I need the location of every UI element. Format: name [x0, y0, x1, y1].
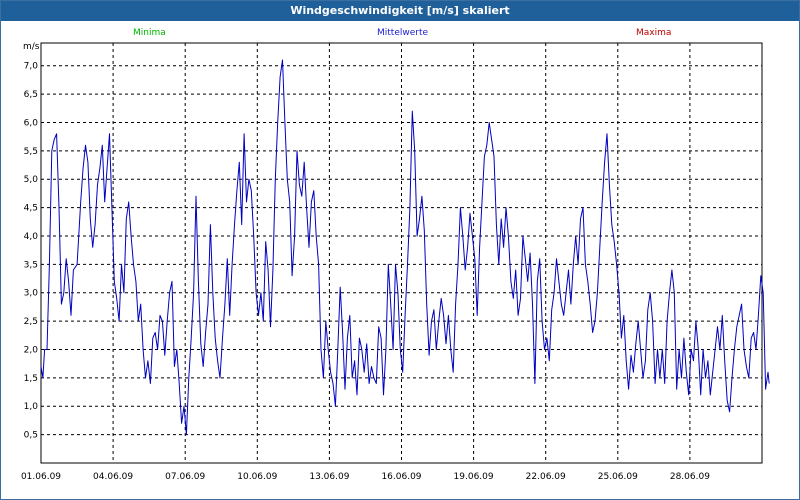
- x-tick-label: 04.06.09: [93, 472, 133, 482]
- legend-mittelwerte: Mittelwerte: [377, 28, 428, 38]
- x-tick-label: 10.06.09: [237, 472, 277, 482]
- x-tick-label: 25.06.09: [598, 472, 638, 482]
- x-axis-ticks: 01.06.09 04.06.09 07.06.09 10.06.09 13.06.09…: [21, 472, 710, 482]
- y-tick-label: 1,5: [24, 374, 38, 384]
- x-tick-label: 22.06.09: [526, 472, 566, 482]
- y-tick-label: 1,0: [24, 402, 39, 412]
- series-layer: [40, 59, 770, 436]
- x-tick-label: 16.06.09: [381, 472, 421, 482]
- legend-minima: Minima: [133, 28, 166, 38]
- y-tick-label: 4,5: [24, 204, 38, 214]
- y-tick-label: 6,0: [24, 118, 39, 128]
- x-tick-label: 07.06.09: [165, 472, 205, 482]
- y-tick-label: 7,0: [24, 62, 39, 72]
- y-axis-unit-label: m/s: [23, 42, 40, 52]
- legend-maxima: Maxima: [636, 28, 671, 38]
- x-tick-label: 19.06.09: [454, 472, 494, 482]
- x-tick-label: 28.06.09: [670, 472, 710, 482]
- x-tick-label: 13.06.09: [309, 472, 349, 482]
- y-tick-label: 6,5: [24, 90, 38, 100]
- y-tick-label: 2,5: [24, 317, 38, 327]
- chart-legend: Minima Mittelwerte Maxima: [133, 28, 671, 38]
- y-tick-label: 3,5: [24, 260, 38, 270]
- y-tick-label: 2,0: [24, 345, 39, 355]
- y-axis-ticks: 0,5 1,0 1,5 2,0 2,5 3,0 3,5 4,0 4,5 5,0 5,5 6,0 6,5 7…: [24, 62, 39, 441]
- x-tick-label: 01.06.09: [21, 472, 61, 482]
- grid-lines: [40, 43, 762, 463]
- y-tick-label: 5,0: [24, 175, 39, 185]
- y-tick-label: 4,0: [24, 232, 39, 242]
- y-tick-label: 5,5: [24, 147, 38, 157]
- wind-speed-chart: m/s 0,5 1,0 1,5 2,0 2,5 3,0 3,5 4,0 4,5 5,0 5,5 6,0…: [21, 28, 770, 482]
- window-title: Windgeschwindigkeit [m/s] skaliert: [1, 1, 799, 21]
- y-tick-label: 3,0: [24, 289, 39, 299]
- series-line-mittelwerte: [40, 59, 770, 436]
- y-tick-label: 0,5: [24, 431, 38, 441]
- chart-window: Windgeschwindigkeit [m/s] skaliert m/s 0…: [0, 0, 800, 500]
